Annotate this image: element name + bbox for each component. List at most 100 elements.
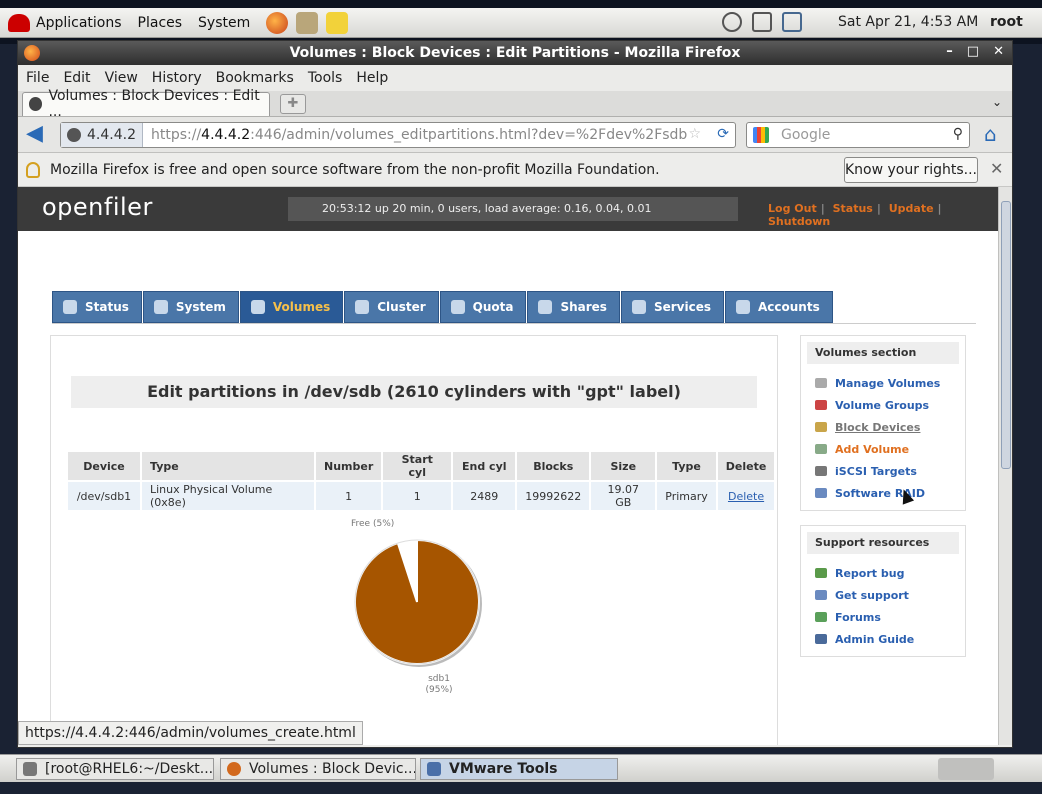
mail-launcher-icon[interactable] — [296, 11, 319, 34]
partitions-table: Device Type Number Start cyl End cyl Blo… — [66, 450, 776, 512]
tab-system[interactable]: System — [142, 291, 239, 323]
search-box[interactable]: Google ⚲ — [746, 122, 970, 148]
tab-volumes-label: Volumes — [272, 300, 331, 314]
firefox-launcher-icon[interactable] — [266, 11, 289, 34]
search-placeholder: Google — [781, 127, 831, 143]
taskbar-terminal[interactable]: [root@RHEL6:~/Deskt... — [16, 758, 214, 780]
close-window-button[interactable]: ✕ — [993, 44, 1004, 59]
sidebar-item-label: Volume Groups — [835, 398, 930, 412]
menu-file[interactable]: File — [26, 70, 49, 86]
pie-label-free-pct: (5%) — [372, 519, 395, 529]
reload-icon[interactable]: ⟳ — [717, 126, 729, 142]
taskbar-vmware-tools[interactable]: VMware Tools — [420, 758, 618, 780]
tab-shares-label: Shares — [560, 300, 607, 314]
panel-clock[interactable]: Sat Apr 21, 4:53 AM — [838, 14, 978, 30]
menu-tools[interactable]: Tools — [308, 70, 343, 86]
site-identity-button[interactable]: 4.4.4.2 — [61, 123, 143, 147]
col-type: Type — [142, 452, 314, 480]
sidebar-item-add-volume[interactable]: Add Volume — [807, 438, 959, 460]
taskbar-firefox[interactable]: Volumes : Block Devic... — [220, 758, 416, 780]
update-link[interactable]: Update — [889, 202, 934, 215]
taskbar: [root@RHEL6:~/Deskt... Volumes : Block D… — [0, 754, 1042, 782]
url-bar[interactable]: 4.4.4.2 https://4.4.4.2:446/admin/volume… — [60, 122, 736, 148]
menu-bookmarks[interactable]: Bookmarks — [216, 70, 294, 86]
tab-list-button[interactable]: ⌄ — [992, 95, 1002, 109]
support-section-title: Support resources — [807, 532, 959, 554]
notes-launcher-icon[interactable] — [326, 11, 349, 34]
tab-system-label: System — [175, 300, 226, 314]
usage-pie-chart — [354, 538, 482, 667]
menu-view[interactable]: View — [105, 70, 138, 86]
book-icon — [815, 634, 827, 644]
sidebar-item-report-bug[interactable]: Report bug — [807, 562, 959, 584]
status-bar: https://4.4.4.2:446/admin/volumes_create… — [18, 721, 363, 745]
taskbar-tray — [938, 758, 994, 780]
sidebar-item-label: Admin Guide — [835, 632, 915, 646]
menu-help[interactable]: Help — [356, 70, 388, 86]
tab-accounts[interactable]: Accounts — [724, 291, 833, 323]
col-device: Device — [68, 452, 140, 480]
tab-volumes[interactable]: Volumes — [239, 291, 344, 323]
minimize-button[interactable]: – — [946, 44, 953, 59]
tab-cluster[interactable]: Cluster — [344, 291, 439, 323]
close-notification-icon[interactable]: ✕ — [990, 159, 1003, 178]
menu-edit[interactable]: Edit — [63, 70, 90, 86]
places-menu[interactable]: Places — [138, 15, 183, 31]
firefox-icon — [24, 45, 40, 61]
sidebar-item-manage-volumes[interactable]: Manage Volumes — [807, 372, 959, 394]
delete-link[interactable]: Delete — [728, 490, 764, 503]
back-arrow-icon[interactable]: ◀ — [26, 122, 50, 147]
sidebar-item-iscsi-targets[interactable]: iSCSI Targets — [807, 460, 959, 482]
vertical-scrollbar[interactable] — [998, 187, 1012, 745]
redhat-logo-icon[interactable] — [8, 13, 30, 32]
sidebar-item-label: Manage Volumes — [835, 376, 941, 390]
tab-services[interactable]: Services — [620, 291, 724, 323]
taskbar-label: [root@RHEL6:~/Deskt... — [45, 761, 214, 777]
system-menu[interactable]: System — [198, 15, 250, 31]
main-panel: Edit partitions in /dev/sdb (2610 cylind… — [50, 335, 778, 745]
shutdown-link[interactable]: Shutdown — [768, 215, 830, 228]
menu-history[interactable]: History — [152, 70, 202, 86]
cell-number: 1 — [316, 482, 382, 510]
tab-status[interactable]: Status — [52, 291, 142, 323]
know-your-rights-button[interactable]: Know your rights... — [844, 157, 978, 183]
volume-icon[interactable] — [752, 12, 772, 32]
applications-menu[interactable]: Applications — [36, 15, 122, 31]
pie-label-free-name: Free — [351, 519, 371, 529]
page-title: Edit partitions in /dev/sdb (2610 cylind… — [71, 376, 757, 408]
openfiler-logo[interactable]: openfiler — [42, 193, 153, 221]
scrollbar-thumb[interactable] — [1001, 201, 1011, 469]
status-link[interactable]: Status — [833, 202, 873, 215]
tab-shares[interactable]: Shares — [527, 291, 620, 323]
clock-widget-icon[interactable] — [722, 12, 742, 32]
quota-icon — [450, 300, 465, 314]
page-content: openfiler 20:53:12 up 20 min, 0 users, l… — [18, 187, 998, 745]
sidebar-item-label: Add Volume — [835, 442, 910, 456]
sidebar: Volumes section Manage Volumes Volume Gr… — [800, 335, 966, 671]
binoculars-icon[interactable]: ⚲ — [953, 126, 963, 142]
tab-strip: Volumes : Block Devices : Edit ... ✚ ⌄ — [18, 88, 1012, 120]
cell-blocks: 19992622 — [517, 482, 590, 510]
maximize-button[interactable]: □ — [967, 44, 979, 59]
sidebar-item-admin-guide[interactable]: Admin Guide — [807, 628, 959, 650]
network-icon[interactable] — [782, 12, 802, 32]
sidebar-item-forums[interactable]: Forums — [807, 606, 959, 628]
sidebar-item-software-raid[interactable]: Software RAID — [807, 482, 959, 504]
tab-quota[interactable]: Quota — [439, 291, 527, 323]
panel-user[interactable]: root — [990, 14, 1023, 30]
browser-tab[interactable]: Volumes : Block Devices : Edit ... — [22, 88, 270, 120]
sidebar-item-volume-groups[interactable]: Volume Groups — [807, 394, 959, 416]
sidebar-item-label: Block Devices — [835, 420, 921, 434]
sidebar-item-get-support[interactable]: Get support — [807, 584, 959, 606]
bookmark-star-icon[interactable]: ☆ — [688, 126, 701, 142]
logout-link[interactable]: Log Out — [768, 202, 817, 215]
tab-services-label: Services — [653, 300, 711, 314]
pie-label-used: sdb1 (95%) — [417, 674, 461, 696]
sidebar-item-block-devices[interactable]: Block Devices — [807, 416, 959, 438]
window-titlebar[interactable]: Volumes : Block Devices : Edit Partition… — [18, 41, 1012, 65]
new-tab-button[interactable]: ✚ — [280, 93, 306, 114]
home-icon[interactable]: ⌂ — [984, 123, 1006, 145]
url-text[interactable]: https://4.4.4.2:446/admin/volumes_editpa… — [151, 127, 687, 143]
google-search-icon[interactable] — [753, 127, 769, 143]
block-devices-icon — [815, 422, 827, 432]
